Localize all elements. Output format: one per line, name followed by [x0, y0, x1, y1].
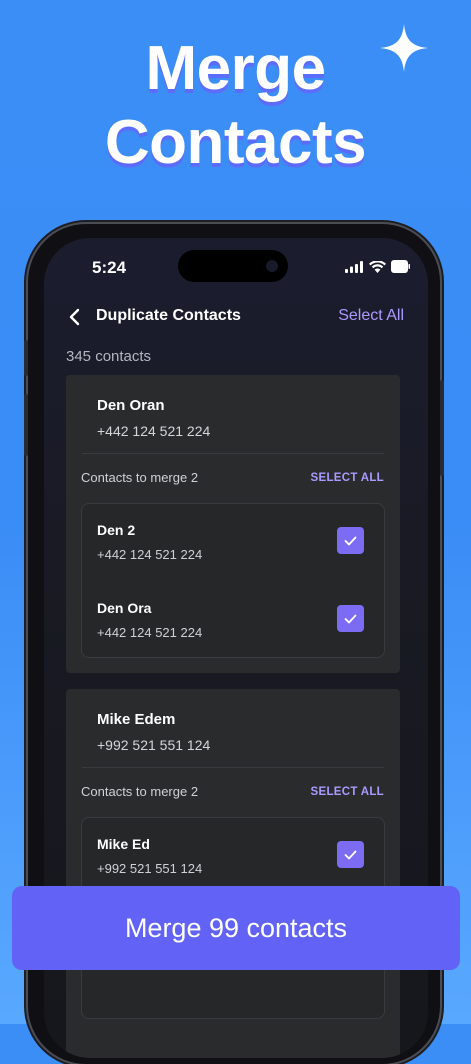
- camera-icon: [266, 260, 278, 272]
- checkmark-icon: [344, 850, 357, 859]
- duplicate-name: Mike Ed: [97, 836, 150, 852]
- contact-name: Mike Edem: [97, 711, 176, 728]
- page-title: Duplicate Contacts: [96, 307, 241, 324]
- phone-side-button: [24, 340, 28, 376]
- phone-side-button: [440, 380, 444, 476]
- group-select-all-button[interactable]: SELECT ALL: [311, 786, 385, 798]
- contact-phone: +442 124 521 224: [97, 423, 211, 439]
- signal-icon: [345, 261, 363, 273]
- duplicate-checkbox[interactable]: [337, 527, 364, 554]
- checkmark-icon: [344, 614, 357, 623]
- checkmark-icon: [344, 536, 357, 545]
- duplicate-name: Den Ora: [97, 600, 152, 616]
- dynamic-island: [178, 250, 288, 282]
- duplicate-group: Mike Edem +992 521 551 124 Contacts to m…: [66, 689, 400, 1058]
- duplicate-group: Den Oran +442 124 521 224 Contacts to me…: [66, 375, 400, 673]
- merge-contacts-button[interactable]: Merge 99 contacts: [12, 886, 460, 970]
- duplicate-checkbox[interactable]: [337, 841, 364, 868]
- battery-icon: [391, 260, 410, 273]
- contact-phone: +992 521 551 124: [97, 737, 211, 753]
- status-time: 5:24: [92, 258, 127, 277]
- duplicate-phone: +992 521 551 124: [97, 861, 203, 876]
- contact-name: Den Oran: [97, 397, 165, 414]
- duplicate-phone: +442 124 521 224: [97, 625, 203, 640]
- duplicate-checkbox[interactable]: [337, 605, 364, 632]
- status-icons: [345, 260, 410, 273]
- divider: [82, 453, 384, 454]
- select-all-link[interactable]: Select All: [338, 307, 404, 325]
- wifi-icon: [369, 261, 386, 273]
- merge-count-label: Contacts to merge 2: [81, 784, 199, 799]
- divider: [82, 767, 384, 768]
- group-select-all-button[interactable]: SELECT ALL: [311, 472, 385, 484]
- duplicates-list: Den 2 +442 124 521 224 Den Ora +442 124 …: [81, 503, 385, 658]
- duplicate-phone: +442 124 521 224: [97, 547, 203, 562]
- headline-line-2: Contacts: [104, 108, 367, 177]
- contacts-count: 345 contacts: [66, 348, 152, 365]
- sparkle-icon: [380, 24, 428, 72]
- phone-side-button: [24, 394, 28, 456]
- back-icon[interactable]: [66, 308, 84, 326]
- duplicate-name: Den 2: [97, 522, 136, 538]
- merge-count-label: Contacts to merge 2: [81, 470, 199, 485]
